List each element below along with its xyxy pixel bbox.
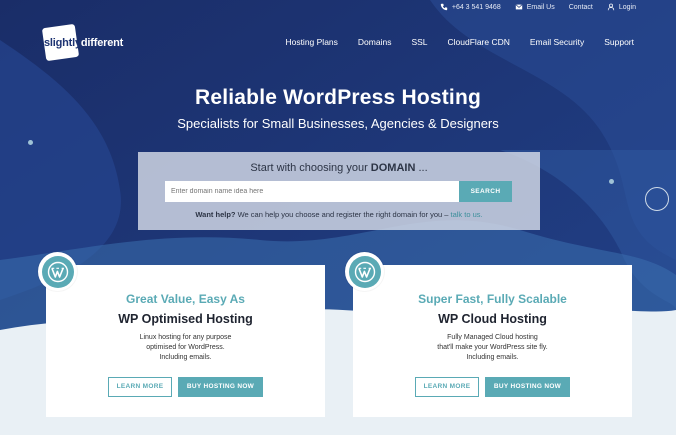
- wordpress-badge: [345, 252, 384, 291]
- learn-more-button[interactable]: LEARN MORE: [415, 377, 479, 397]
- learn-more-button[interactable]: LEARN MORE: [108, 377, 172, 397]
- hosting-card-wp-cloud: Super Fast, Fully Scalable WP Cloud Host…: [345, 252, 632, 417]
- decorative-ring: [645, 187, 669, 211]
- talk-to-us-link[interactable]: talk to us.: [451, 210, 483, 219]
- wordpress-badge: [38, 252, 77, 291]
- contact-link[interactable]: Contact: [569, 4, 593, 11]
- domain-search-panel: Start with choosing your DOMAIN ... SEAR…: [138, 152, 540, 230]
- phone-link[interactable]: +64 3 541 9468: [440, 3, 501, 11]
- email-link[interactable]: Email Us: [515, 3, 555, 11]
- logo-text: slightlydifferent: [44, 37, 124, 49]
- login-link[interactable]: Login: [607, 3, 636, 11]
- hosting-card-wp-optimised: Great Value, Easy As WP Optimised Hostin…: [38, 252, 325, 417]
- phone-icon: [440, 3, 448, 11]
- email-icon: [515, 4, 523, 10]
- phone-number: +64 3 541 9468: [451, 3, 501, 11]
- hero-subtitle: Specialists for Small Businesses, Agenci…: [177, 116, 499, 131]
- search-button[interactable]: SEARCH: [459, 181, 512, 202]
- domain-search-input[interactable]: [165, 181, 459, 202]
- top-utility-bar: +64 3 541 9468 Email Us Contact Login: [440, 3, 636, 11]
- wordpress-icon: [354, 261, 375, 282]
- decorative-dot: [28, 140, 33, 145]
- card-description: Fully Managed Cloud hosting that'll make…: [437, 334, 548, 361]
- nav-item-email-security[interactable]: Email Security: [530, 37, 584, 47]
- card-buttons: LEARN MORE BUY HOSTING NOW: [46, 377, 325, 397]
- hero-title: Reliable WordPress Hosting: [194, 86, 482, 109]
- nav-item-support[interactable]: Support: [604, 37, 634, 47]
- email-label: Email Us: [526, 3, 555, 11]
- card-buttons: LEARN MORE BUY HOSTING NOW: [353, 377, 632, 397]
- nav-item-ssl[interactable]: SSL: [411, 37, 427, 47]
- card-kicker: Super Fast, Fully Scalable: [418, 292, 567, 306]
- buy-hosting-button[interactable]: BUY HOSTING NOW: [485, 377, 570, 397]
- nav-item-hosting-plans[interactable]: Hosting Plans: [285, 37, 337, 47]
- buy-hosting-button[interactable]: BUY HOSTING NOW: [178, 377, 263, 397]
- card-title: WP Optimised Hosting: [118, 312, 253, 326]
- card-title: WP Cloud Hosting: [438, 312, 547, 326]
- search-heading: Start with choosing your DOMAIN ...: [250, 162, 428, 174]
- decorative-dot: [609, 179, 614, 184]
- card-description: Linux hosting for any purpose optimised …: [139, 334, 232, 361]
- user-icon: [607, 3, 615, 11]
- nav-item-cloudflare-cdn[interactable]: CloudFlare CDN: [448, 37, 510, 47]
- wordpress-icon: [47, 261, 68, 282]
- main-nav: Hosting Plans Domains SSL CloudFlare CDN…: [285, 37, 634, 47]
- site-logo[interactable]: slightlydifferent: [41, 23, 123, 62]
- login-label: Login: [618, 3, 636, 11]
- nav-item-domains[interactable]: Domains: [358, 37, 392, 47]
- search-help-text: Want help? We can help you choose and re…: [195, 210, 483, 219]
- contact-label: Contact: [568, 3, 593, 11]
- card-kicker: Great Value, Easy As: [126, 292, 245, 306]
